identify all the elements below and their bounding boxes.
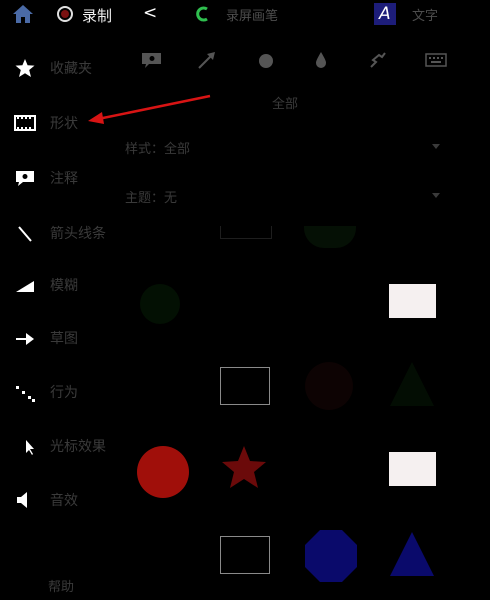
- scribble-icon[interactable]: [366, 50, 390, 70]
- sidebar-item-annotations[interactable]: 注释: [0, 158, 115, 198]
- sidebar-item-label: 收藏夹: [50, 61, 92, 77]
- sidebar-item-label: 行为: [50, 385, 78, 401]
- sidebar-item-lines[interactable]: 箭头线条: [0, 213, 115, 253]
- callout-icon[interactable]: [140, 50, 164, 70]
- shape-rect-outline-2[interactable]: [220, 536, 270, 574]
- record-icon[interactable]: [56, 5, 74, 23]
- shape-navy-octagon[interactable]: [304, 529, 358, 583]
- theme-filter-label: 主题：无: [125, 191, 178, 206]
- text-tool-label[interactable]: 文字: [412, 5, 438, 24]
- arrow-right-icon: [14, 328, 36, 348]
- shape-circle-dim[interactable]: [140, 284, 180, 324]
- shape-circle-very-dim[interactable]: [305, 362, 353, 410]
- shape-blob-dim[interactable]: [304, 226, 356, 248]
- sidebar-item-label: 光标效果: [50, 439, 106, 455]
- record-label[interactable]: 录制: [82, 5, 112, 26]
- sidebar-item-label: 形状: [50, 116, 78, 132]
- keyboard-icon[interactable]: [424, 50, 448, 70]
- sidebar-item-label: 注释: [50, 171, 78, 187]
- panel-title: 全部: [272, 97, 299, 112]
- shape-red-circle[interactable]: [137, 446, 189, 498]
- sidebar-item-label: 模糊: [50, 278, 78, 294]
- star-icon: [14, 58, 36, 78]
- sidebar-item-sketch[interactable]: 草图: [0, 318, 115, 358]
- sidebar-item-label: 音效: [50, 493, 78, 509]
- screen-pen-label[interactable]: 录屏画笔: [226, 5, 278, 24]
- back-button[interactable]: <: [143, 3, 157, 23]
- theme-filter-dropdown[interactable]: 主题：无: [125, 184, 445, 208]
- film-strip-icon: [14, 113, 36, 133]
- text-tool-icon[interactable]: A: [374, 3, 396, 25]
- style-filter-label: 样式：全部: [125, 142, 191, 157]
- shape-rect-outline-dim[interactable]: [220, 226, 272, 239]
- speech-bubble-icon: [14, 168, 36, 188]
- screen-pen-icon[interactable]: [194, 6, 210, 22]
- speaker-icon: [14, 490, 36, 510]
- style-filter-dropdown[interactable]: 样式：全部: [125, 135, 445, 159]
- chevron-down-icon: [432, 144, 440, 149]
- ramp-icon: [14, 275, 36, 295]
- arrow-icon[interactable]: [195, 50, 219, 70]
- circle-icon[interactable]: [254, 50, 278, 70]
- home-icon[interactable]: [12, 4, 34, 24]
- blur-drop-icon[interactable]: [309, 50, 333, 70]
- chevron-down-icon: [432, 193, 440, 198]
- shape-dark-red-star[interactable]: [220, 444, 268, 490]
- sidebar-item-label: 箭头线条: [50, 226, 106, 242]
- shape-navy-triangle[interactable]: [388, 530, 436, 578]
- shape-triangle-dim[interactable]: [388, 360, 436, 408]
- text-badge: A: [379, 4, 391, 24]
- sidebar-item-label: 草图: [50, 331, 78, 347]
- shape-white-rect-2[interactable]: [389, 452, 436, 486]
- sidebar-item-behaviors[interactable]: 行为: [0, 372, 115, 412]
- sidebar-item-audio[interactable]: 音效: [0, 480, 115, 520]
- sidebar-item-favorites[interactable]: 收藏夹: [0, 48, 115, 88]
- sidebar-item-blur[interactable]: 模糊: [0, 265, 115, 305]
- shape-white-rect[interactable]: [389, 284, 436, 318]
- sidebar-item-cursor[interactable]: 光标效果: [0, 426, 115, 466]
- top-bar: 录制 < 录屏画笔 A 文字: [0, 0, 490, 30]
- help-label[interactable]: 帮助: [48, 576, 74, 595]
- cursor-icon: [14, 436, 36, 456]
- line-icon: [14, 223, 36, 243]
- shape-rect-outline[interactable]: [220, 367, 270, 405]
- red-arrow-pointer: [88, 94, 211, 124]
- dots-icon: [14, 382, 36, 402]
